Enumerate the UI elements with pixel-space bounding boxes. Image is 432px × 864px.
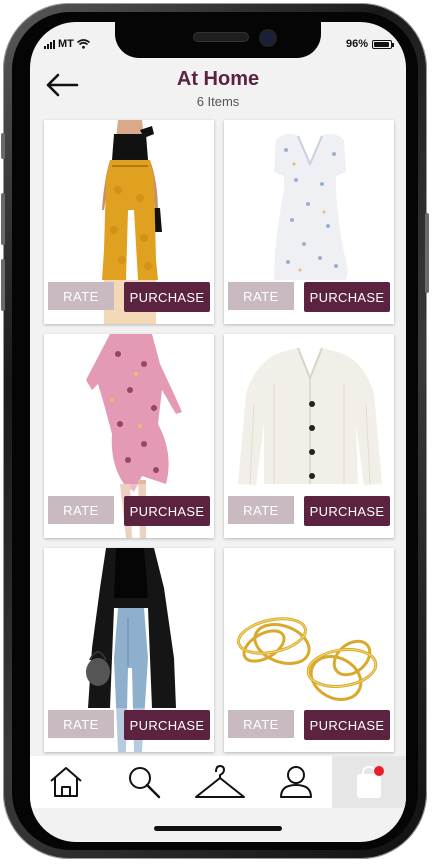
status-right: 96% xyxy=(345,36,394,52)
mute-switch xyxy=(1,133,5,159)
item-count: 6 Items xyxy=(196,94,240,109)
status-left: MT xyxy=(44,36,90,52)
product-card[interactable]: RATE PURCHASE xyxy=(224,548,394,752)
product-card[interactable]: RATE PURCHASE xyxy=(224,120,394,324)
product-card[interactable]: RATE PURCHASE xyxy=(44,334,214,538)
nav-closet[interactable] xyxy=(190,756,250,808)
search-icon xyxy=(129,767,161,799)
rate-button[interactable]: RATE xyxy=(48,496,114,524)
rate-button[interactable]: RATE xyxy=(228,282,294,310)
product-card[interactable]: RATE PURCHASE xyxy=(44,548,214,752)
nav-bag[interactable] xyxy=(332,756,406,808)
wifi-icon xyxy=(76,39,90,49)
purchase-button[interactable]: PURCHASE xyxy=(124,496,210,526)
volume-up-button xyxy=(1,193,5,245)
shopping-bag-icon xyxy=(357,765,384,798)
profile-icon xyxy=(280,766,312,798)
home-icon xyxy=(50,767,82,797)
app-screen: MT 96% At Home 6 Items RATE PURCHASE RAT… xyxy=(30,22,406,842)
rate-button[interactable]: RATE xyxy=(228,710,294,738)
rate-button[interactable]: RATE xyxy=(228,496,294,524)
page-header: At Home 6 Items xyxy=(30,62,406,122)
battery-percent: 96% xyxy=(345,38,368,50)
nav-profile[interactable] xyxy=(266,756,326,808)
purchase-button[interactable]: PURCHASE xyxy=(124,282,210,312)
notch xyxy=(115,22,321,58)
power-button xyxy=(425,213,429,293)
page-title: At Home xyxy=(176,68,260,90)
earpiece-speaker xyxy=(193,32,249,42)
purchase-button[interactable]: PURCHASE xyxy=(304,496,390,526)
nav-home[interactable] xyxy=(36,756,96,808)
home-indicator xyxy=(154,826,282,831)
purchase-button[interactable]: PURCHASE xyxy=(304,282,390,312)
purchase-button[interactable]: PURCHASE xyxy=(124,710,210,740)
purchase-button[interactable]: PURCHASE xyxy=(304,710,390,740)
battery-icon xyxy=(372,39,394,49)
cart-badge xyxy=(374,766,384,776)
phone-frame: MT 96% At Home 6 Items RATE PURCHASE RAT… xyxy=(1,3,429,859)
hanger-icon xyxy=(195,765,245,798)
bottom-nav xyxy=(30,756,406,808)
volume-down-button xyxy=(1,259,5,311)
product-card[interactable]: RATE PURCHASE xyxy=(224,334,394,538)
product-card[interactable]: RATE PURCHASE xyxy=(44,120,214,324)
rate-button[interactable]: RATE xyxy=(48,282,114,310)
rate-button[interactable]: RATE xyxy=(48,710,114,738)
carrier-label: MT xyxy=(58,38,74,50)
front-camera xyxy=(259,29,277,47)
nav-search[interactable] xyxy=(114,756,174,808)
signal-icon xyxy=(44,39,55,49)
